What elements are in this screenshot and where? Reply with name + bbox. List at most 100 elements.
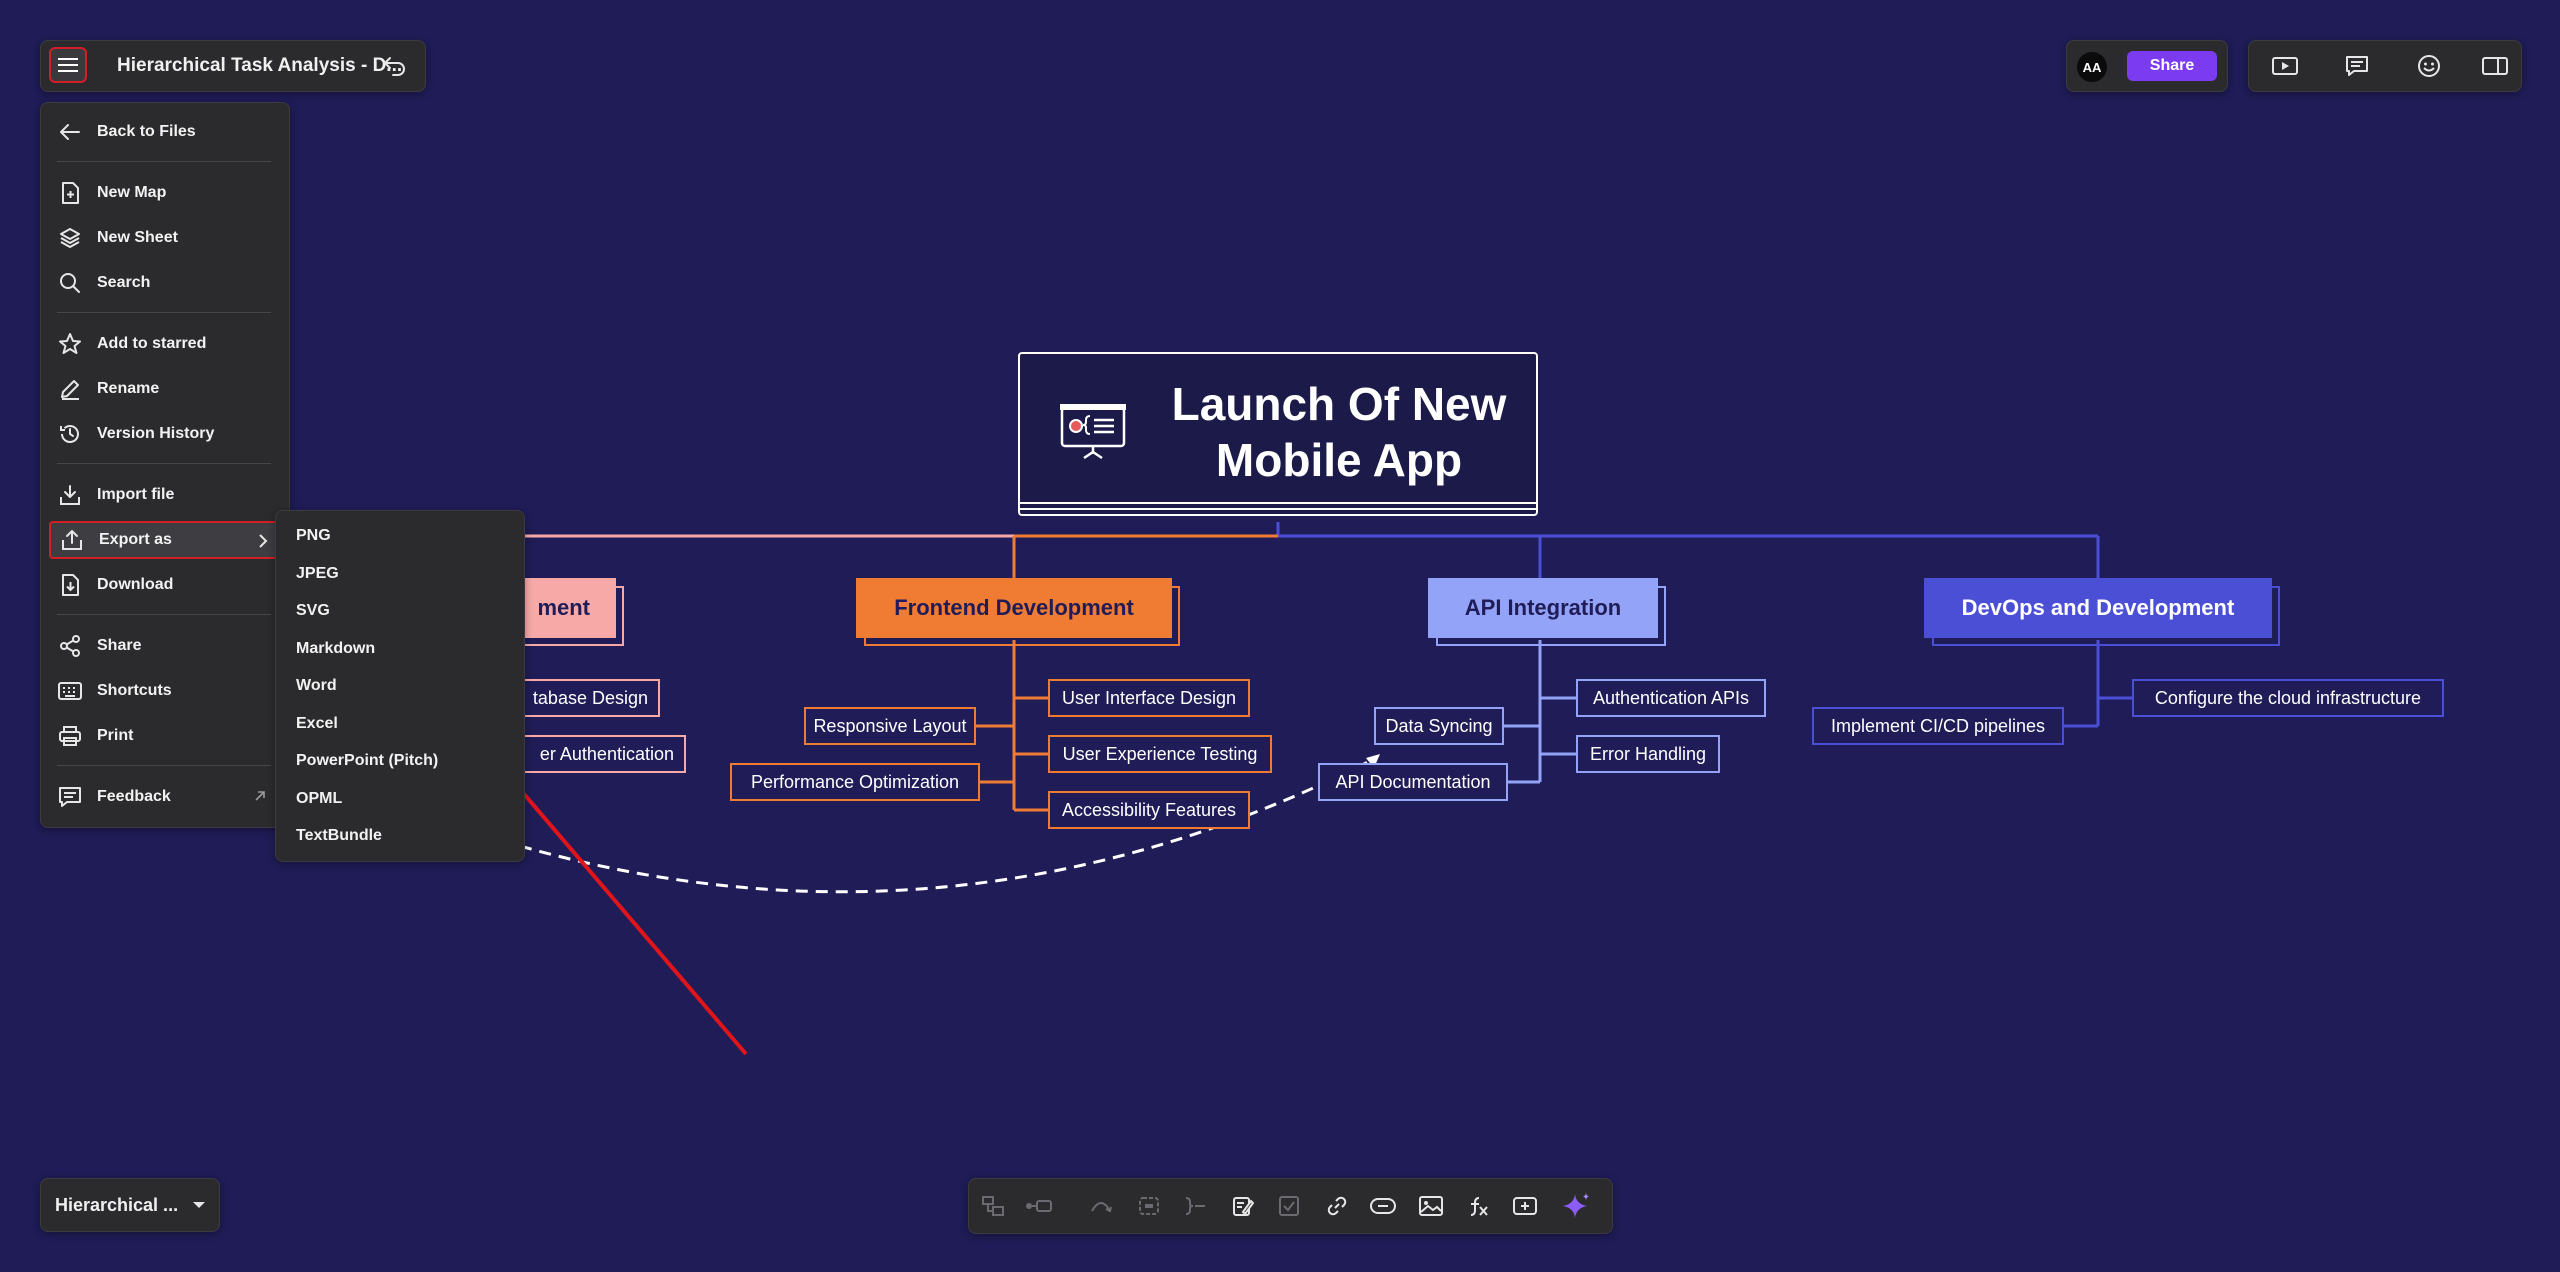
- branch-label: ment: [537, 595, 590, 620]
- leaf-topic[interactable]: Performance Optimization: [730, 763, 980, 801]
- menu-item-export-as[interactable]: Export as: [49, 521, 279, 559]
- chevron-right-icon: [257, 532, 269, 555]
- equation-button[interactable]: [1461, 1190, 1493, 1222]
- share-button[interactable]: Share: [2127, 51, 2217, 81]
- hamburger-menu-button[interactable]: [49, 47, 87, 83]
- emoji-button[interactable]: [2413, 50, 2445, 82]
- menu-item-label: New Map: [97, 184, 167, 201]
- menu-item-back-to-files[interactable]: Back to Files: [49, 113, 279, 151]
- formula-icon: [1470, 1197, 1488, 1216]
- document-header: Hierarchical Task Analysis - D...: [40, 40, 426, 92]
- branch-label: DevOps and Development: [1961, 595, 2235, 620]
- export-opml[interactable]: OPML: [286, 782, 514, 816]
- task-button[interactable]: [1273, 1190, 1305, 1222]
- menu-item-feedback[interactable]: Feedback: [49, 778, 279, 816]
- outline-view-button[interactable]: [2341, 50, 2373, 82]
- export-png[interactable]: PNG: [286, 519, 514, 553]
- menu-item-label: Share: [97, 637, 142, 654]
- root-underline: [1020, 508, 1536, 510]
- export-word[interactable]: Word: [286, 669, 514, 703]
- side-panel-button[interactable]: [2479, 50, 2511, 82]
- caret-down-icon: [189, 1195, 209, 1215]
- root-title: Launch Of New Mobile App: [1144, 376, 1534, 488]
- leaf-topic[interactable]: Implement CI/CD pipelines: [1812, 707, 2064, 745]
- menu-divider: [57, 765, 271, 766]
- boundary-button[interactable]: [1133, 1190, 1165, 1222]
- add-box-icon: [1513, 1197, 1537, 1215]
- menu-item-label: Search: [97, 274, 151, 291]
- branch-label: Frontend Development: [894, 595, 1134, 620]
- leaf-topic[interactable]: Error Handling: [1576, 735, 1720, 773]
- branch-topic[interactable]: DevOps and Development: [1924, 578, 2280, 646]
- menu-item-new-map[interactable]: New Map: [49, 174, 279, 212]
- leaf-topic[interactable]: Data Syncing: [1374, 707, 1504, 745]
- menu-item-label: Import file: [97, 486, 175, 503]
- export-excel[interactable]: Excel: [286, 707, 514, 741]
- menu-item-label: Print: [97, 727, 134, 744]
- export-svg[interactable]: SVG: [286, 594, 514, 628]
- leaf-topic[interactable]: Accessibility Features: [1048, 791, 1250, 829]
- undo-button[interactable]: [379, 50, 411, 82]
- export-submenu: PNG JPEG SVG Markdown Word Excel PowerPo…: [275, 510, 525, 862]
- menu-item-download[interactable]: Download: [49, 566, 279, 604]
- leaf-topic[interactable]: Authentication APIs: [1576, 679, 1766, 717]
- new-file-icon: [57, 180, 83, 206]
- note-edit-icon: [1233, 1197, 1254, 1216]
- leaf-topic[interactable]: API Documentation: [1318, 763, 1508, 801]
- sheet-selector[interactable]: Hierarchical ...: [40, 1178, 220, 1232]
- document-title[interactable]: Hierarchical Task Analysis - D...: [117, 55, 402, 77]
- menu-item-import-file[interactable]: Import file: [49, 476, 279, 514]
- undo-icon: [384, 57, 405, 76]
- leaf-topic[interactable]: User Interface Design: [1048, 679, 1250, 717]
- menu-item-version-history[interactable]: Version History: [49, 415, 279, 453]
- branch-topic[interactable]: API Integration: [1428, 578, 1666, 646]
- presentation-mode-button[interactable]: [2269, 50, 2301, 82]
- topic-link-icon: [1370, 1198, 1396, 1214]
- topic-link-button[interactable]: [1367, 1190, 1399, 1222]
- menu-item-share[interactable]: Share: [49, 627, 279, 665]
- menu-item-label: Download: [97, 576, 174, 593]
- summary-button[interactable]: [1179, 1190, 1211, 1222]
- keyboard-icon: [57, 678, 83, 704]
- relationship-button[interactable]: [1085, 1190, 1117, 1222]
- user-avatar[interactable]: AA: [2077, 52, 2107, 82]
- export-markdown[interactable]: Markdown: [286, 632, 514, 666]
- checkbox-icon: [1279, 1196, 1299, 1216]
- external-link-icon: [253, 789, 267, 808]
- bottom-toolbar: [968, 1178, 1613, 1234]
- presentation-icon: [1060, 404, 1126, 460]
- link-button[interactable]: [1321, 1190, 1353, 1222]
- export-textbundle[interactable]: TextBundle: [286, 819, 514, 853]
- menu-item-add-to-starred[interactable]: Add to starred: [49, 325, 279, 363]
- note-button[interactable]: [1227, 1190, 1259, 1222]
- root-title-line2: Mobile App: [1215, 434, 1463, 486]
- image-button[interactable]: [1415, 1190, 1447, 1222]
- star-icon: [57, 331, 83, 357]
- menu-item-shortcuts[interactable]: Shortcuts: [49, 672, 279, 710]
- insert-button[interactable]: [1509, 1190, 1541, 1222]
- insert-child-button[interactable]: [1023, 1190, 1055, 1222]
- hamburger-icon: [58, 58, 78, 72]
- menu-item-label: Add to starred: [97, 335, 207, 352]
- link-icon: [1327, 1196, 1347, 1216]
- image-icon: [1419, 1196, 1443, 1216]
- ai-assistant-button[interactable]: [1561, 1190, 1593, 1222]
- leaf-topic[interactable]: Responsive Layout: [804, 707, 976, 745]
- root-topic[interactable]: Launch Of New Mobile App: [1018, 352, 1538, 516]
- menu-item-label: Export as: [99, 531, 172, 548]
- branch-topic[interactable]: Frontend Development: [856, 578, 1180, 646]
- menu-item-rename[interactable]: Rename: [49, 370, 279, 408]
- leaf-topic[interactable]: User Experience Testing: [1048, 735, 1272, 773]
- leaf-topic[interactable]: Configure the cloud infrastructure: [2132, 679, 2444, 717]
- main-menu: Back to Files New Map New Sheet Search A…: [40, 102, 290, 828]
- menu-item-print[interactable]: Print: [49, 717, 279, 755]
- printer-icon: [57, 723, 83, 749]
- curved-arrow-icon: [1091, 1202, 1112, 1213]
- export-powerpoint[interactable]: PowerPoint (Pitch): [286, 744, 514, 778]
- insert-parent-button[interactable]: [977, 1190, 1009, 1222]
- export-jpeg[interactable]: JPEG: [286, 557, 514, 591]
- menu-item-search[interactable]: Search: [49, 264, 279, 302]
- menu-item-new-sheet[interactable]: New Sheet: [49, 219, 279, 257]
- history-icon: [57, 421, 83, 447]
- collaboration-bar: AA Share: [2066, 40, 2228, 92]
